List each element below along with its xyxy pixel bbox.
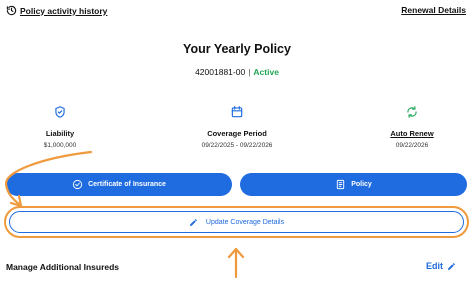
coverage-period-label: Coverage Period <box>207 129 267 138</box>
liability-label: Liability <box>45 129 75 138</box>
update-coverage-details-label: Update Coverage Details <box>205 218 285 226</box>
update-coverage-details-button[interactable]: Update Coverage Details <box>9 211 464 233</box>
calendar-icon <box>231 106 243 118</box>
edit-label: Edit <box>426 261 443 271</box>
policy-number-row: 42001881-00 | Active <box>0 67 474 77</box>
coverage-period-info: Coverage Period 09/22/2025 - 09/22/2026 <box>177 105 297 149</box>
policy-label: Policy <box>351 181 372 188</box>
document-icon <box>337 179 345 190</box>
page-title: Your Yearly Policy <box>183 42 291 56</box>
certificate-of-insurance-label: Certificate of Insurance <box>88 181 166 188</box>
history-icon <box>6 5 17 16</box>
edit-additional-insureds-link[interactable]: Edit <box>426 261 456 271</box>
shield-check-icon <box>55 106 65 118</box>
highlight-outline: Update Coverage Details <box>4 206 469 238</box>
manage-additional-insureds-heading: Manage Additional Insureds <box>6 262 120 272</box>
liability-value: $1,000,000 <box>43 142 77 149</box>
policy-button[interactable]: Policy <box>240 173 467 196</box>
auto-renew-value: 09/22/2026 <box>395 142 429 149</box>
policy-number: 42001881-00 <box>195 67 246 77</box>
policy-activity-history-link[interactable]: Policy activity history <box>6 5 107 16</box>
renewal-details-link[interactable]: Renewal Details <box>401 5 466 15</box>
liability-info: Liability $1,000,000 <box>0 105 120 149</box>
auto-renew-info: Auto Renew 09/22/2026 <box>352 105 472 149</box>
certificate-of-insurance-button[interactable]: Certificate of Insurance <box>6 173 232 196</box>
coverage-period-value: 09/22/2025 - 09/22/2026 <box>201 142 273 149</box>
status-badge: Active <box>253 67 279 77</box>
pencil-icon <box>448 262 455 270</box>
pencil-icon <box>190 218 197 226</box>
up-arrow <box>227 247 245 279</box>
badge-check-icon <box>73 179 83 190</box>
separator: | <box>248 67 251 77</box>
auto-renew-link[interactable]: Auto Renew <box>352 129 472 138</box>
policy-activity-history-label: Policy activity history <box>20 5 108 16</box>
auto-renew-icon <box>407 106 417 118</box>
